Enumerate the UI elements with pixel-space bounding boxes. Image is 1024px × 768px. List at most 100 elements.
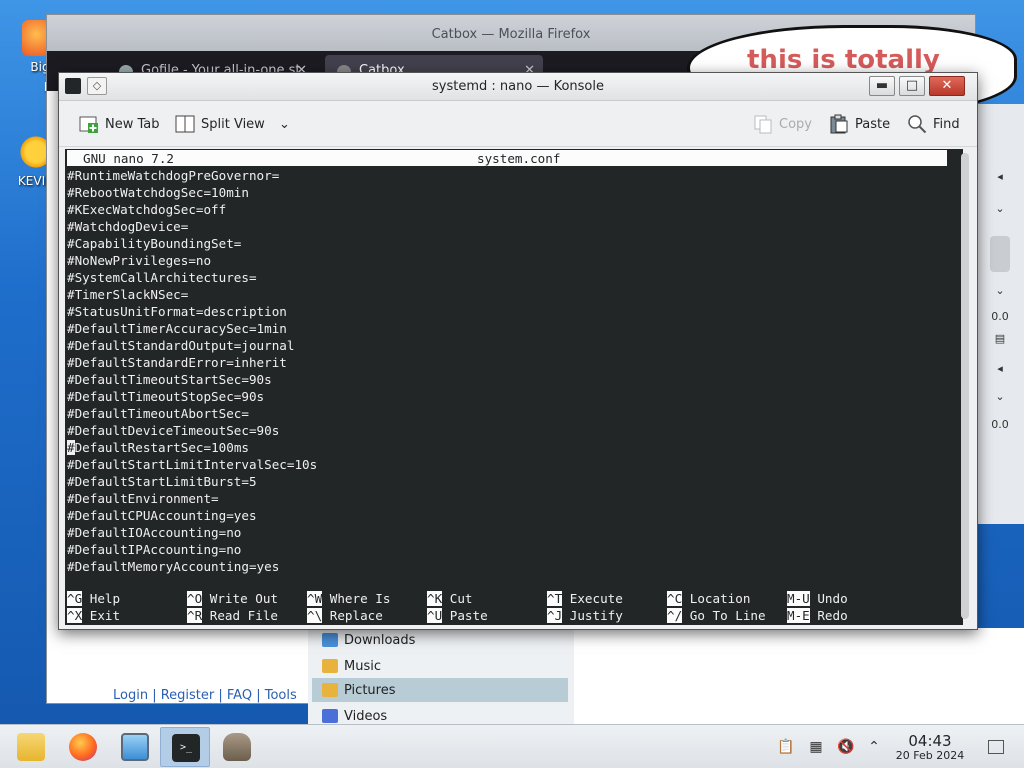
nano-line[interactable]: #DefaultCPUAccounting=yes: [67, 507, 947, 524]
nano-line[interactable]: #DefaultTimerAccuracySec=1min: [67, 320, 947, 337]
show-desktop-icon[interactable]: [988, 740, 1004, 754]
chevron-down-icon[interactable]: ⌄: [279, 117, 290, 132]
nano-line[interactable]: #DefaultStartLimitIntervalSec=10s: [67, 456, 947, 473]
chevron-down-icon[interactable]: ⌄: [978, 202, 1022, 215]
nano-shortcut[interactable]: ^X Exit: [67, 607, 120, 624]
shortcut-label: Write Out: [209, 591, 279, 606]
spin-box[interactable]: 0.0: [978, 310, 1022, 323]
clock-time[interactable]: 04:43: [894, 732, 966, 750]
chevron-down-icon[interactable]: ⌄: [978, 390, 1022, 403]
nano-shortcut[interactable]: ^W Where Is: [307, 590, 390, 607]
nano-line[interactable]: #CapabilityBoundingSet=: [67, 235, 947, 252]
volume-muted-icon[interactable]: 🔇: [836, 737, 856, 757]
search-icon: [908, 115, 927, 134]
minimize-button[interactable]: ▬: [869, 76, 895, 96]
nano-shortcut[interactable]: ^U Paste: [427, 607, 488, 624]
taskbar-file-manager[interactable]: [6, 727, 56, 767]
nano-line[interactable]: #DefaultIPAccounting=no: [67, 541, 947, 558]
nano-line[interactable]: #RuntimeWatchdogPreGovernor=: [67, 167, 947, 184]
taskbar: >_ 📋 ▦ 🔇 ⌃ 04:43 20 Feb 2024: [0, 724, 1024, 768]
nano-line[interactable]: #SystemCallArchitectures=: [67, 269, 947, 286]
nano-line[interactable]: #NoNewPrivileges=no: [67, 252, 947, 269]
split-view-button[interactable]: Split View ⌄: [175, 113, 290, 137]
clock-date[interactable]: 20 Feb 2024: [886, 749, 974, 762]
split-view-icon: [175, 115, 195, 133]
spin-box[interactable]: 0.0: [978, 418, 1022, 431]
nano-line[interactable]: #DefaultTimeoutStopSec=90s: [67, 388, 947, 405]
shortcut-key: ^/: [667, 608, 683, 623]
nano-line[interactable]: #DefaultStandardOutput=journal: [67, 337, 947, 354]
taskbar-firefox[interactable]: [58, 727, 108, 767]
panel-arrow-icon[interactable]: ◂: [978, 170, 1022, 183]
taskbar-gimp[interactable]: [212, 727, 262, 767]
places-item-videos[interactable]: Videos: [312, 704, 568, 724]
taskbar-konsole[interactable]: >_: [160, 727, 210, 767]
firefox-icon: [69, 733, 97, 761]
nano-shortcut[interactable]: ^T Execute: [547, 590, 623, 607]
konsole-window-title: systemd : nano — Konsole: [432, 79, 604, 94]
nano-line[interactable]: #KExecWatchdogSec=off: [67, 201, 947, 218]
shortcut-label: Undo: [817, 591, 848, 606]
terminal-scrollbar[interactable]: [961, 153, 969, 619]
nano-line[interactable]: #DefaultMemoryAccounting=yes: [67, 558, 947, 575]
shortcut-key: ^O: [187, 591, 203, 606]
nano-line[interactable]: #RebootWatchdogSec=10min: [67, 184, 947, 201]
shortcut-key: ^J: [547, 608, 563, 623]
videos-folder-icon: [322, 709, 338, 723]
shortcut-key: ^G: [67, 591, 83, 606]
shortcut-key: ^R: [187, 608, 203, 623]
nano-line[interactable]: #DefaultTimeoutAbortSec=: [67, 405, 947, 422]
terminal-view[interactable]: GNU nano 7.2 system.conf #RuntimeWatchdo…: [65, 149, 963, 625]
places-item-pictures[interactable]: Pictures: [312, 678, 568, 702]
nano-line[interactable]: #WatchdogDevice=: [67, 218, 947, 235]
close-button[interactable]: ✕: [929, 76, 965, 96]
file-manager-view: [574, 628, 1024, 724]
nano-line[interactable]: #DefaultStartLimitBurst=5: [67, 473, 947, 490]
nano-filename: system.conf: [477, 151, 561, 166]
paste-icon[interactable]: ▤: [978, 332, 1022, 345]
nano-line[interactable]: #DefaultDeviceTimeoutSec=90s: [67, 422, 947, 439]
nano-shortcut[interactable]: ^G Help: [67, 590, 120, 607]
nano-shortcut[interactable]: ^C Location: [667, 590, 750, 607]
find-button[interactable]: Find: [907, 113, 960, 137]
konsole-window[interactable]: ◇ systemd : nano — Konsole ▬ □ ✕ New Tab…: [58, 72, 978, 630]
konsole-toolbar: New Tab Split View ⌄ Copy Paste Find: [59, 101, 977, 147]
gimp-icon: [223, 733, 251, 761]
nano-shortcut[interactable]: ^\ Replace: [307, 607, 383, 624]
nano-line[interactable]: #DefaultStandardError=inherit: [67, 354, 947, 371]
nano-shortcut[interactable]: ^O Write Out: [187, 590, 278, 607]
panel-arrow-icon[interactable]: ◂: [978, 362, 1022, 375]
nano-line[interactable]: #DefaultEnvironment=: [67, 490, 947, 507]
nano-line[interactable]: #DefaultRestartSec=100ms: [67, 439, 947, 456]
paste-button[interactable]: Paste: [829, 113, 890, 137]
nano-shortcut[interactable]: ^/ Go To Line: [667, 607, 766, 624]
nano-line[interactable]: #StatusUnitFormat=description: [67, 303, 947, 320]
maximize-button[interactable]: □: [899, 76, 925, 96]
shortcut-key: M-E: [787, 608, 810, 623]
nano-shortcut[interactable]: ^R Read File: [187, 607, 278, 624]
nano-shortcut[interactable]: M-E Redo: [787, 607, 848, 624]
clipboard-icon[interactable]: 📋: [776, 737, 796, 757]
new-tab-button[interactable]: New Tab: [79, 113, 160, 137]
shortcut-label: Exit: [89, 608, 121, 623]
nano-buffer[interactable]: #RuntimeWatchdogPreGovernor= #RebootWatch…: [67, 167, 947, 575]
places-item-downloads[interactable]: Downloads: [312, 628, 568, 652]
nano-shortcut[interactable]: ^K Cut: [427, 590, 473, 607]
taskbar-system-settings[interactable]: [110, 727, 160, 767]
nano-line[interactable]: #DefaultIOAccounting=no: [67, 524, 947, 541]
nano-shortcut[interactable]: M-U Undo: [787, 590, 848, 607]
find-label: Find: [933, 117, 960, 132]
nano-shortcut[interactable]: ^J Justify: [547, 607, 623, 624]
copy-button[interactable]: Copy: [753, 113, 812, 137]
chevron-down-icon[interactable]: ⌄: [978, 284, 1022, 297]
places-item-music[interactable]: Music: [312, 654, 568, 678]
shortcut-key: ^W: [307, 591, 323, 606]
storage-icon[interactable]: ▦: [806, 737, 826, 757]
nano-line[interactable]: #TimerSlackNSec=: [67, 286, 947, 303]
firefox-page-links[interactable]: Login | Register | FAQ | Tools: [113, 688, 297, 703]
nano-line[interactable]: #DefaultTimeoutStartSec=90s: [67, 371, 947, 388]
split-view-label: Split View: [201, 117, 265, 132]
scroll-handle[interactable]: [990, 236, 1010, 272]
konsole-titlebar[interactable]: ◇ systemd : nano — Konsole ▬ □ ✕: [59, 73, 977, 101]
chevron-up-icon[interactable]: ⌃: [864, 737, 884, 757]
